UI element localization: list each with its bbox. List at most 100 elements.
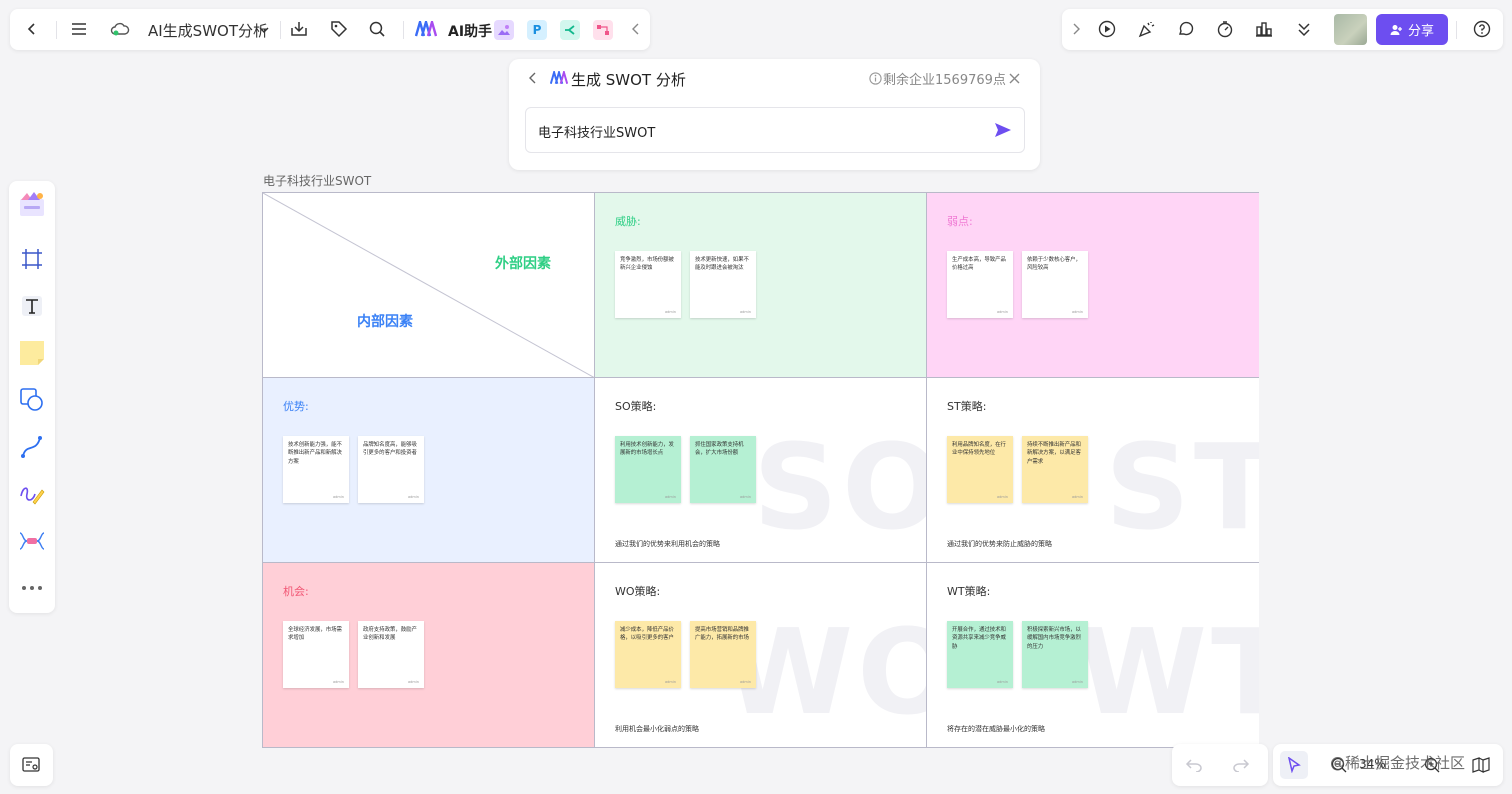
strength-cell[interactable]: 优势: 技术创新能力强，能不断推出新产品和新解决方案 admin 品牌知名度高，能…	[263, 378, 595, 563]
sticky-note[interactable]: 积极探索新兴市场，以缓解国内市场竞争激烈的压力 admin	[1022, 621, 1088, 688]
weakness-cell[interactable]: 弱点: 生产成本高，导致产品价格过高 admin 依赖于少数核心客户，风险较高 ad…	[927, 193, 1259, 378]
sticky-note[interactable]: 持续不断推出新产品和新解决方案，以满足客户需求 admin	[1022, 436, 1088, 503]
dialog-title: 生成 SWOT 分析	[571, 71, 686, 89]
mindmap-tool-icon[interactable]	[17, 526, 47, 556]
image-ai-icon[interactable]	[494, 20, 514, 40]
vote-icon[interactable]	[1250, 15, 1278, 43]
share-label: 分享	[1407, 24, 1434, 39]
divider	[1456, 21, 1457, 39]
undo-icon[interactable]	[1180, 751, 1208, 779]
sticky-note[interactable]: 技术创新能力强，能不断推出新产品和新解决方案 admin	[283, 436, 349, 503]
sticky-note[interactable]: 技术更新快速，如果不能及时跟进会被淘汰 admin	[690, 251, 756, 318]
divider	[280, 21, 281, 39]
back-icon[interactable]	[18, 15, 46, 43]
close-icon[interactable]	[1000, 64, 1028, 92]
weakness-label: 弱点:	[947, 215, 973, 228]
diagonal-divider	[263, 193, 594, 377]
sticky-note[interactable]: 依赖于少数核心客户，风险较高 admin	[1022, 251, 1088, 318]
sticky-note[interactable]: 开展合作，通过技术和资源共享来减少竞争威胁 admin	[947, 621, 1013, 688]
st-strategy-cell[interactable]: ST ST策略: 利用品牌知名度，在行业中保持领先地位admin 持续不断推出新…	[927, 378, 1259, 563]
shape-tool-icon[interactable]	[17, 385, 47, 415]
more-chevrons-icon[interactable]	[1290, 15, 1318, 43]
swot-board[interactable]: 外部因素 内部因素 威胁: 竞争激烈，市场份额被新兴企业侵蚀 admin 技术更新…	[262, 192, 1259, 748]
sticky-note[interactable]: 利用技术创新能力，发展新的市场增长点 admin	[615, 436, 681, 503]
internal-factors-label: 内部因素	[357, 314, 413, 330]
pen-tool-icon[interactable]	[17, 479, 47, 509]
cloud-saved-icon	[106, 15, 134, 43]
expand-right-icon[interactable]	[1062, 15, 1090, 43]
prompt-input[interactable]: 电子科技行业SWOT	[525, 107, 1025, 153]
frame-tool-icon[interactable]	[17, 244, 47, 274]
history-controls	[1172, 744, 1268, 786]
minimap-toggle[interactable]	[10, 744, 53, 786]
sticky-note[interactable]: 全球经济发展，市场需求增加 admin	[283, 621, 349, 688]
left-toolbar	[9, 181, 55, 613]
select-pointer-icon[interactable]	[1280, 751, 1308, 779]
celebrate-icon[interactable]	[1133, 15, 1161, 43]
minimap-icon	[17, 751, 45, 779]
text-tool-icon[interactable]	[17, 291, 47, 321]
so-description: 通过我们的优势来利用机会的策略	[615, 540, 720, 548]
menu-icon[interactable]	[65, 15, 93, 43]
timer-icon[interactable]	[1211, 15, 1239, 43]
sticky-note[interactable]: 品牌知名度高，能够吸引更多的客户和投资者 admin	[358, 436, 424, 503]
sticky-note[interactable]: 抓住国家政策支持机会，扩大市场份额 admin	[690, 436, 756, 503]
st-watermark: ST	[1105, 418, 1259, 556]
wo-description: 利用机会最小化弱点的策略	[615, 725, 699, 733]
tag-icon[interactable]	[325, 15, 353, 43]
collapse-left-icon[interactable]	[622, 15, 650, 43]
sticky-note-tool-icon[interactable]	[17, 338, 47, 368]
present-play-icon[interactable]	[1093, 15, 1121, 43]
strength-label: 优势:	[283, 400, 309, 413]
wo-label: WO策略:	[615, 585, 661, 598]
external-factors-label: 外部因素	[495, 256, 551, 272]
st-label: ST策略:	[947, 400, 987, 413]
sticky-note[interactable]: 利用品牌知名度，在行业中保持领先地位 admin	[947, 436, 1013, 503]
redo-icon[interactable]	[1227, 751, 1255, 779]
more-icon[interactable]	[17, 573, 47, 603]
share-button[interactable]: 分享	[1376, 14, 1448, 45]
header-cell: 外部因素 内部因素	[263, 193, 595, 378]
download-icon[interactable]	[285, 15, 313, 43]
ai-logo-icon	[545, 64, 573, 92]
wt-description: 将存在的潜在威胁最小化的策略	[947, 725, 1045, 733]
opportunity-cell[interactable]: 机会: 全球经济发展，市场需求增加 admin 政府支持政策，鼓励产业创新和发展 a…	[263, 563, 595, 747]
divider	[56, 21, 57, 39]
connector-tool-icon[interactable]	[17, 432, 47, 462]
dialog-back-icon[interactable]	[519, 64, 547, 92]
send-icon[interactable]	[989, 116, 1017, 144]
sticky-note[interactable]: 竞争激烈，市场份额被新兴企业侵蚀 admin	[615, 251, 681, 318]
so-label: SO策略:	[615, 400, 657, 413]
so-strategy-cell[interactable]: SO SO策略: 利用技术创新能力，发展新的市场增长点 admin 抓住国家政策支…	[595, 378, 927, 563]
site-watermark: @稀土掘金技术社区	[1330, 754, 1466, 772]
threat-cell[interactable]: 威胁: 竞争激烈，市场份额被新兴企业侵蚀 admin 技术更新快速，如果不能及时跟…	[595, 193, 927, 378]
top-right-toolbar: 分享	[1062, 9, 1503, 50]
sticky-note[interactable]: 提高市场营销和品牌推广能力，拓展新的市场 admin	[690, 621, 756, 688]
ai-assistant-logo-icon[interactable]	[412, 15, 440, 43]
sticky-note[interactable]: 减少成本，降低产品价格，以吸引更多的客户 admin	[615, 621, 681, 688]
board-title: 电子科技行业SWOT	[263, 174, 372, 188]
sticky-note[interactable]: 生产成本高，导致产品价格过高 admin	[947, 251, 1013, 318]
p-app-icon[interactable]: P	[527, 20, 547, 40]
divider	[403, 21, 404, 39]
prompt-input-value: 电子科技行业SWOT	[538, 126, 656, 141]
wt-strategy-cell[interactable]: WT WT策略: 开展合作，通过技术和资源共享来减少竞争威胁 admin 积极探索…	[927, 563, 1259, 747]
chevron-down-icon[interactable]	[250, 16, 278, 44]
sticky-note[interactable]: 政府支持政策，鼓励产业创新和发展 admin	[358, 621, 424, 688]
wt-watermark: WT	[1077, 603, 1259, 741]
help-icon[interactable]	[1468, 15, 1496, 43]
flowchart-icon[interactable]	[593, 20, 613, 40]
search-icon[interactable]	[363, 15, 391, 43]
add-user-icon	[1390, 24, 1402, 35]
avatar[interactable]	[1334, 14, 1367, 45]
wo-strategy-cell[interactable]: WO WO策略: 减少成本，降低产品价格，以吸引更多的客户admin 提高市场营…	[595, 563, 927, 747]
st-description: 通过我们的优势来防止威胁的策略	[947, 540, 1052, 548]
mindmap-icon[interactable]	[560, 20, 580, 40]
so-watermark: SO	[753, 418, 927, 556]
comment-icon[interactable]	[1172, 15, 1200, 43]
book-guide-icon[interactable]	[1467, 751, 1495, 779]
ai-assistant-label[interactable]: AI助手	[448, 21, 492, 41]
template-library-icon[interactable]	[17, 189, 47, 219]
opportunity-label: 机会:	[283, 585, 309, 598]
credit-balance: 剩余企业1569769点	[883, 73, 1006, 88]
